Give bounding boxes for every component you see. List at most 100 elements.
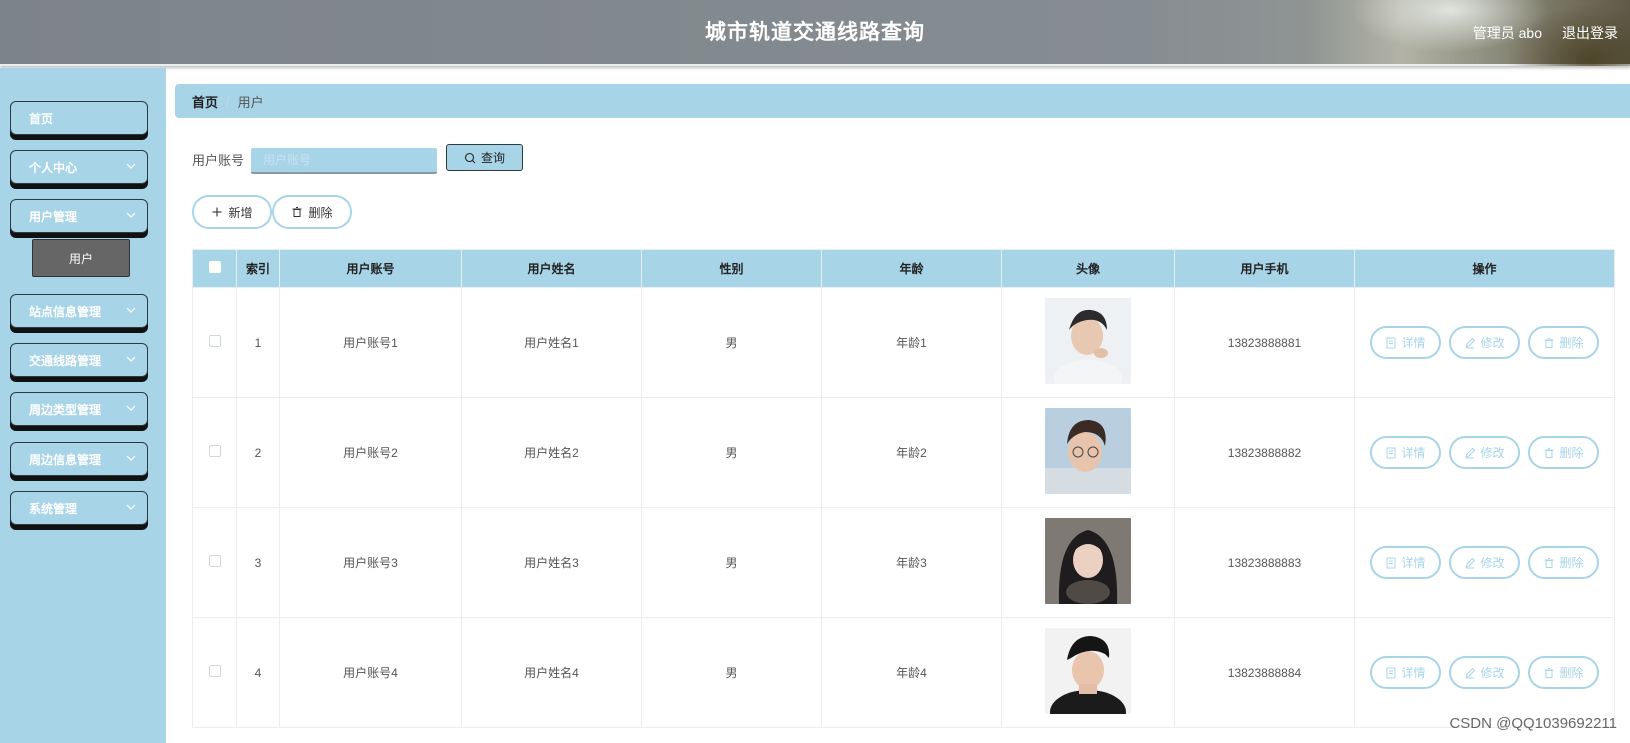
search-icon — [464, 152, 476, 163]
search-label: 用户账号 — [192, 153, 245, 168]
user-area: 管理员 abo 退出登录 — [1473, 0, 1618, 66]
edit-button-label: 修改 — [1480, 556, 1505, 570]
add-button[interactable]: 新增 — [192, 195, 272, 229]
table-header-row: 索引 用户账号 用户姓名 性别 年龄 头像 用户手机 操作 — [192, 249, 1615, 288]
row-select-cell — [192, 617, 237, 728]
edit-button[interactable]: 修改 — [1449, 546, 1520, 579]
cell-avatar — [1001, 397, 1175, 508]
table-row: 2 用户账号2 用户姓名2 男 年龄2 13823888882 详情 修改 删除 — [192, 397, 1615, 508]
batch-delete-button-label: 删除 — [308, 205, 333, 220]
sidebar-item-label: 交通线路管理 — [29, 353, 102, 368]
chevron-down-icon — [126, 163, 136, 169]
avatar — [1045, 408, 1131, 494]
column-header-avatar: 头像 — [1001, 249, 1175, 288]
trash-icon — [1544, 557, 1554, 568]
edit-button[interactable]: 修改 — [1449, 656, 1520, 689]
sidebar-item-station-management[interactable]: 站点信息管理 — [10, 294, 148, 328]
breadcrumb-home[interactable]: 首页 — [192, 92, 218, 111]
document-icon — [1386, 337, 1396, 348]
sidebar-item-personal-center[interactable]: 个人中心 — [10, 150, 148, 184]
detail-button[interactable]: 详情 — [1370, 436, 1441, 469]
trash-icon — [1544, 667, 1554, 678]
edit-button[interactable]: 修改 — [1449, 436, 1520, 469]
sidebar: 首页 个人中心 用户管理 用户 站点信息管理 交通线路管理 周边类型管理 周边信… — [0, 68, 166, 743]
cell-avatar — [1001, 287, 1175, 398]
top-header: 城市轨道交通线路查询 管理员 abo 退出登录 — [0, 0, 1630, 66]
cell-name: 用户姓名2 — [461, 397, 642, 508]
avatar — [1045, 518, 1131, 604]
cell-account: 用户账号1 — [279, 287, 462, 398]
sidebar-item-label: 个人中心 — [29, 160, 78, 175]
detail-button[interactable]: 详情 — [1370, 546, 1441, 579]
edit-button[interactable]: 修改 — [1449, 326, 1520, 359]
avatar — [1045, 298, 1131, 384]
sidebar-item-user-management[interactable]: 用户管理 — [10, 199, 148, 233]
sidebar-item-home[interactable]: 首页 — [10, 101, 148, 135]
edit-icon — [1465, 667, 1476, 678]
cell-phone: 13823888882 — [1174, 397, 1355, 508]
plus-icon — [212, 207, 222, 217]
cell-account: 用户账号3 — [279, 507, 462, 618]
sidebar-item-route-management[interactable]: 交通线路管理 — [10, 343, 148, 377]
cell-actions: 详情 修改 删除 — [1354, 397, 1615, 508]
column-header-gender: 性别 — [641, 249, 822, 288]
table-row: 4 用户账号4 用户姓名4 男 年龄4 13823888884 详情 修改 删除 — [192, 617, 1615, 728]
edit-button-label: 修改 — [1480, 336, 1505, 350]
breadcrumb-separator: / — [226, 93, 230, 109]
delete-button[interactable]: 删除 — [1528, 656, 1599, 689]
logout-button[interactable]: 退出登录 — [1562, 23, 1618, 43]
admin-label: 管理员 abo — [1472, 25, 1542, 41]
select-all-checkbox[interactable] — [208, 261, 221, 273]
cell-phone: 13823888881 — [1174, 287, 1355, 398]
delete-button[interactable]: 删除 — [1528, 546, 1599, 579]
detail-button-label: 详情 — [1401, 556, 1426, 570]
cell-index: 4 — [236, 617, 280, 728]
delete-button[interactable]: 删除 — [1528, 436, 1599, 469]
trash-icon — [1544, 337, 1554, 348]
sidebar-item-nearby-type-management[interactable]: 周边类型管理 — [10, 392, 148, 426]
row-checkbox[interactable] — [208, 555, 221, 567]
detail-button[interactable]: 详情 — [1370, 326, 1441, 359]
row-checkbox[interactable] — [208, 335, 221, 347]
chevron-down-icon — [126, 307, 136, 313]
search-input[interactable] — [251, 148, 437, 174]
chevron-down-icon — [126, 356, 136, 362]
delete-button[interactable]: 删除 — [1528, 326, 1599, 359]
cell-index: 3 — [236, 507, 280, 618]
sidebar-item-label: 用户管理 — [29, 209, 78, 224]
cell-account: 用户账号4 — [279, 617, 462, 728]
table-row: 1 用户账号1 用户姓名1 男 年龄1 13823888881 详情 修改 删除 — [192, 287, 1615, 398]
cell-account: 用户账号2 — [279, 397, 462, 508]
document-icon — [1386, 557, 1396, 568]
cell-gender: 男 — [641, 287, 822, 398]
chevron-down-icon — [126, 504, 136, 510]
row-checkbox[interactable] — [208, 665, 221, 677]
sidebar-item-label: 站点信息管理 — [29, 304, 102, 319]
chevron-down-icon — [126, 455, 136, 461]
query-button-label: 查询 — [480, 151, 505, 165]
sidebar-subitem-user[interactable]: 用户 — [32, 239, 130, 277]
edit-icon — [1465, 557, 1476, 568]
row-select-cell — [192, 397, 237, 508]
watermark: CSDN @QQ1039692211 — [1449, 715, 1617, 732]
sidebar-item-label: 周边类型管理 — [29, 402, 102, 417]
cell-age: 年龄2 — [821, 397, 1002, 508]
cell-age: 年龄1 — [821, 287, 1002, 398]
batch-delete-button[interactable]: 删除 — [272, 195, 352, 229]
cell-index: 2 — [236, 397, 280, 508]
chevron-down-icon — [126, 405, 136, 411]
sidebar-item-label: 周边信息管理 — [29, 452, 102, 467]
cell-gender: 男 — [641, 397, 822, 508]
user-table: 索引 用户账号 用户姓名 性别 年龄 头像 用户手机 操作 1 用户账号1 用户… — [192, 249, 1615, 728]
cell-gender: 男 — [641, 507, 822, 618]
detail-button-label: 详情 — [1401, 446, 1426, 460]
sidebar-item-label: 系统管理 — [29, 501, 78, 516]
row-checkbox[interactable] — [208, 445, 221, 457]
column-header-age: 年龄 — [821, 249, 1002, 288]
sidebar-item-system-management[interactable]: 系统管理 — [10, 491, 148, 525]
app-title: 城市轨道交通线路查询 — [705, 21, 925, 44]
delete-button-label: 删除 — [1559, 336, 1584, 350]
query-button[interactable]: 查询 — [446, 144, 523, 171]
detail-button[interactable]: 详情 — [1370, 656, 1441, 689]
sidebar-item-nearby-info-management[interactable]: 周边信息管理 — [10, 442, 148, 476]
